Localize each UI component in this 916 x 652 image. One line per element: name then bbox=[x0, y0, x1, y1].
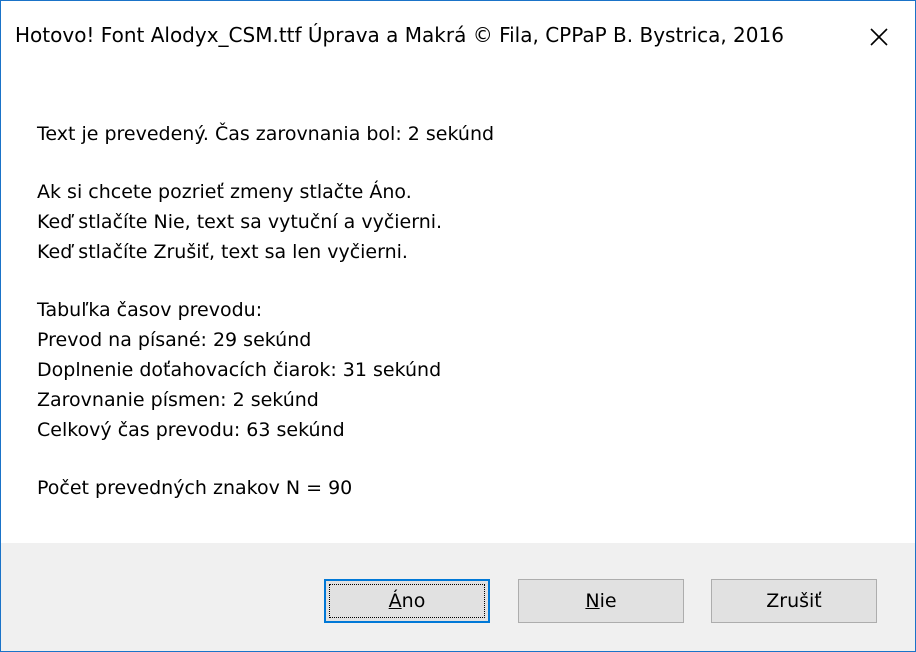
no-button[interactable]: Nie bbox=[518, 579, 684, 623]
time-entry: Celkový čas prevodu: 63 sekúnd bbox=[37, 419, 345, 441]
cancel-button-label: Zrušiť bbox=[766, 590, 822, 612]
character-count: Počet prevedných znakov N = 90 bbox=[37, 477, 353, 499]
cancel-button[interactable]: Zrušiť bbox=[711, 579, 877, 623]
time-entry: Zarovnanie písmen: 2 sekúnd bbox=[37, 389, 319, 411]
close-button[interactable] bbox=[857, 15, 901, 59]
message-dialog: Hotovo! Font Alodyx_CSM.ttf Úprava a Mak… bbox=[0, 0, 916, 652]
no-button-label: ie bbox=[599, 590, 617, 612]
message-body: Text je prevedený. Čas zarovnania bol: 2… bbox=[37, 119, 494, 503]
instruction-line: Keď stlačíte Nie, text sa vytuční a vyči… bbox=[37, 211, 443, 233]
title-bar[interactable]: Hotovo! Font Alodyx_CSM.ttf Úprava a Mak… bbox=[1, 1, 915, 73]
window-title: Hotovo! Font Alodyx_CSM.ttf Úprava a Mak… bbox=[15, 23, 784, 47]
yes-button-mnemonic: Á bbox=[388, 590, 402, 612]
time-entry: Doplnenie doťahovacích čiarok: 31 sekúnd bbox=[37, 359, 442, 381]
yes-button[interactable]: Áno bbox=[324, 579, 490, 623]
result-line: Text je prevedený. Čas zarovnania bol: 2… bbox=[37, 123, 495, 145]
no-button-mnemonic: N bbox=[585, 590, 600, 612]
yes-button-label: no bbox=[401, 590, 426, 612]
button-bar: Áno Nie Zrušiť bbox=[1, 543, 915, 651]
instruction-line: Ak si chcete pozrieť zmeny stlačte Áno. bbox=[37, 181, 412, 203]
times-table-title: Tabuľka časov prevodu: bbox=[37, 299, 263, 321]
time-entry: Prevod na písané: 29 sekúnd bbox=[37, 329, 312, 351]
instruction-line: Keď stlačíte Zrušiť, text sa len vyčiern… bbox=[37, 241, 408, 263]
close-icon bbox=[870, 28, 888, 46]
